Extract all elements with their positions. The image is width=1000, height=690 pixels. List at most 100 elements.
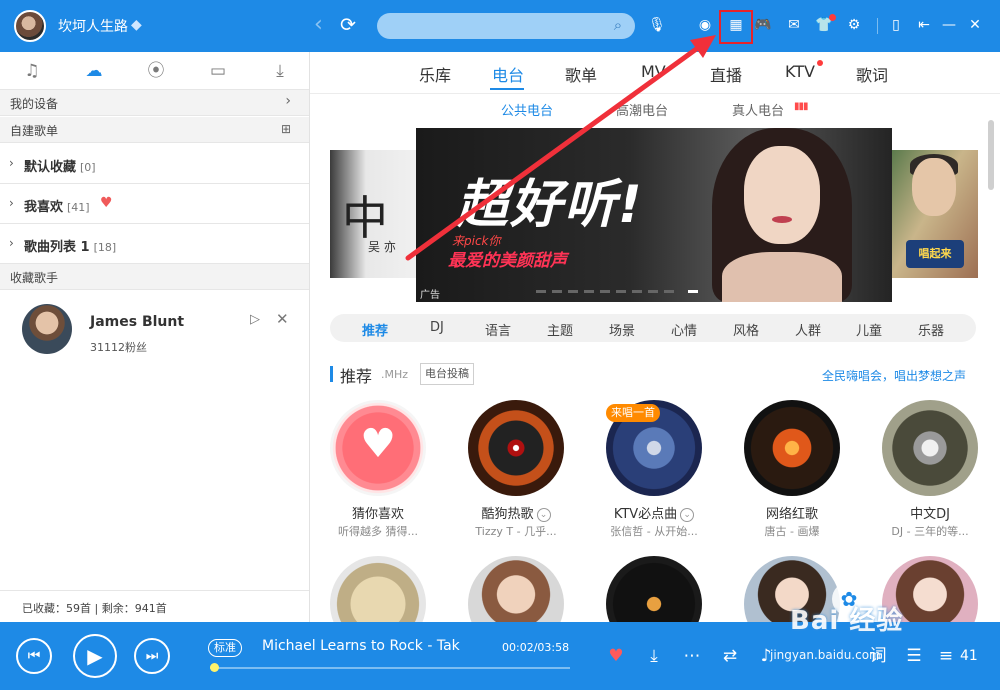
refresh-icon[interactable]: ⟳ — [340, 14, 356, 36]
banner-art — [772, 216, 792, 223]
cloud-icon[interactable]: ☁ — [82, 60, 106, 82]
carousel-dot[interactable] — [584, 290, 594, 293]
category-item[interactable]: 心情 — [671, 320, 697, 339]
tab-mv[interactable]: MV — [641, 62, 666, 81]
more-icon[interactable]: ⋯ — [680, 644, 704, 668]
play-button[interactable]: ▶ — [73, 634, 117, 678]
left-panel: ♫ ☁ ⦿ ▭ ⤓ 我的设备 › 自建歌单 ⊞ › 默认收藏 [0] › 我喜欢[… — [0, 52, 310, 622]
playlist-row[interactable]: › 我喜欢 [41] ♥ — [0, 184, 309, 224]
radio-disc[interactable] — [330, 556, 426, 622]
radio-name[interactable]: KTV必点曲 ⌄ — [599, 503, 709, 522]
tab-live[interactable]: 直播 — [710, 62, 742, 86]
category-item[interactable]: DJ — [430, 320, 444, 335]
circle-dot-icon[interactable]: ◉ — [694, 14, 716, 36]
subtab-public-radio[interactable]: 公共电台 — [501, 100, 553, 119]
radio-disc[interactable] — [882, 400, 978, 496]
minimize-icon[interactable]: — — [938, 14, 960, 36]
progress-track[interactable] — [210, 667, 570, 669]
singer-name[interactable]: James Blunt — [90, 314, 184, 330]
banner-side-right[interactable]: 唱起来 — [892, 150, 978, 278]
mini-mode-icon[interactable]: ▯ — [885, 14, 907, 36]
radio-disc[interactable] — [468, 400, 564, 496]
banner-side-left[interactable]: 中 吴 亦 — [330, 150, 420, 278]
username[interactable]: 坎坷人生路 — [58, 16, 128, 36]
radio-name[interactable]: 中文DJ — [875, 503, 985, 522]
category-item[interactable]: 风格 — [733, 320, 759, 339]
gear-icon[interactable]: ⚙ — [843, 14, 865, 36]
radio-disc[interactable] — [468, 556, 564, 622]
song-title[interactable]: Michael Learns to Rock - Tak — [262, 638, 462, 654]
carousel-dot[interactable] — [600, 290, 610, 293]
scrollbar-thumb[interactable] — [988, 120, 994, 190]
diamond-icon[interactable]: ◆ — [131, 18, 146, 33]
playlist-icon[interactable]: ☰ — [902, 644, 926, 668]
gamepad-icon[interactable]: 🎮 — [752, 14, 774, 36]
chevron-right-icon: › — [9, 236, 14, 250]
carousel-dot[interactable] — [616, 290, 626, 293]
tab-radio[interactable]: 电台 — [492, 62, 524, 86]
singer-avatar[interactable] — [22, 304, 72, 354]
carousel-dot[interactable] — [552, 290, 562, 293]
category-item[interactable]: 儿童 — [856, 320, 882, 339]
category-item[interactable]: 推荐 — [362, 320, 388, 339]
watermark-url: jingyan.baidu.com — [770, 648, 881, 662]
category-item[interactable]: 语言 — [485, 320, 511, 339]
tab-ktv[interactable]: KTV — [785, 62, 815, 81]
tab-playlists[interactable]: 歌单 — [565, 62, 597, 86]
carousel-dot[interactable] — [648, 290, 658, 293]
subtab-climax-radio[interactable]: 高潮电台 — [616, 100, 668, 119]
phone-icon[interactable]: ▭ — [206, 60, 230, 82]
close-icon[interactable]: ✕ — [964, 14, 986, 36]
category-item[interactable]: 乐器 — [918, 320, 944, 339]
radio-disc[interactable] — [744, 400, 840, 496]
tab-library[interactable]: 乐库 — [419, 62, 451, 86]
quality-selector[interactable]: 标准 — [208, 639, 242, 657]
radio-name[interactable]: 网络红歌 — [737, 503, 847, 522]
loop-icon[interactable]: ⇄ — [718, 644, 742, 668]
queue-icon[interactable]: ≡ — [934, 644, 958, 668]
radio-disc[interactable] — [606, 556, 702, 622]
heart-icon[interactable]: ♥ — [604, 644, 628, 668]
carousel-dot[interactable] — [568, 290, 578, 293]
banner-art — [912, 158, 956, 216]
music-note-icon[interactable]: ♫ — [20, 60, 44, 82]
prev-button[interactable]: ⏮ — [16, 638, 52, 674]
back-arrow-icon[interactable]: ‹ — [314, 12, 323, 38]
progress-knob[interactable] — [209, 663, 219, 672]
play-icon[interactable]: ▷ — [250, 312, 260, 327]
chevron-down-icon[interactable]: ⌄ — [680, 507, 695, 522]
playlist-row[interactable]: › 歌曲列表 1 [18] — [0, 224, 309, 264]
mic-icon[interactable]: 🎙 — [646, 14, 668, 36]
search-icon[interactable]: ⌕ — [608, 15, 628, 35]
tab-lyrics[interactable]: 歌词 — [856, 62, 888, 86]
my-devices-row[interactable]: 我的设备 › — [0, 90, 309, 116]
radio-icon[interactable]: ⦿ — [144, 60, 168, 82]
category-item[interactable]: 主题 — [547, 320, 573, 339]
chevron-down-icon[interactable]: ⌄ — [536, 507, 551, 522]
carousel-dot[interactable] — [536, 290, 546, 293]
category-item[interactable]: 场景 — [609, 320, 635, 339]
search-input[interactable] — [377, 13, 635, 39]
download-icon[interactable]: ⤓ — [642, 644, 666, 668]
carousel-dot[interactable] — [632, 290, 642, 293]
subtab-live-radio[interactable]: 真人电台 — [732, 100, 784, 119]
dock-icon[interactable]: ⇤ — [913, 14, 935, 36]
radio-disc[interactable]: ♥ — [330, 400, 426, 496]
banner-main[interactable]: 超好听! 来pick你 最爱的美颜甜声 广告 — [416, 128, 892, 302]
carousel-dot-active[interactable] — [688, 290, 698, 293]
promo-link[interactable]: 全民嗨唱会，唱出梦想之声 — [822, 367, 966, 384]
add-playlist-icon[interactable]: ⊞ — [281, 122, 291, 136]
carousel-dot[interactable] — [664, 290, 674, 293]
playlist-name: 默认收藏 — [24, 160, 77, 175]
radio-desc: Tizzy T - 几乎... — [475, 525, 557, 538]
radio-submit-button[interactable]: 电台投稿 — [420, 363, 474, 385]
playlist-row[interactable]: › 默认收藏 [0] — [0, 144, 309, 184]
category-item[interactable]: 人群 — [795, 320, 821, 339]
next-button[interactable]: ⏭ — [134, 638, 170, 674]
radio-name[interactable]: 酷狗热歌 ⌄ — [461, 503, 571, 522]
radio-name[interactable]: 猜你喜欢 — [323, 503, 433, 522]
close-icon[interactable]: ✕ — [276, 310, 289, 328]
download-icon[interactable]: ⤓ — [268, 60, 292, 82]
mail-icon[interactable]: ✉ — [783, 14, 805, 36]
user-avatar[interactable] — [14, 10, 46, 42]
